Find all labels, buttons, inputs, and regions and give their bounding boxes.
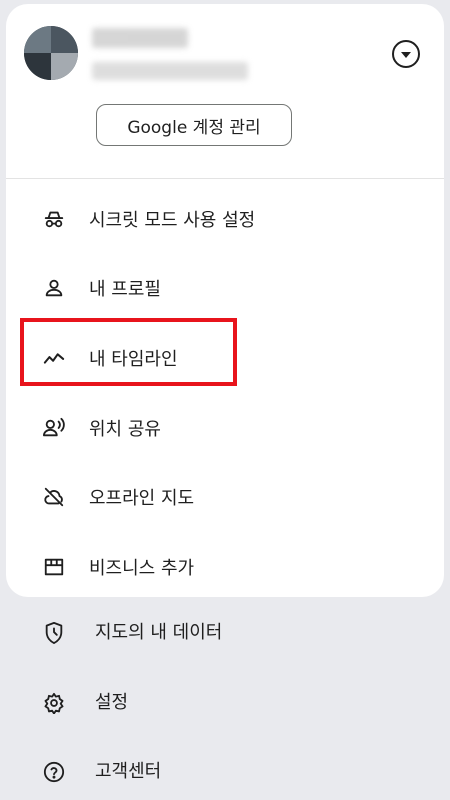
- account-email-redacted: [92, 62, 248, 80]
- incognito-icon: [42, 207, 66, 231]
- shield-data-icon: [42, 621, 66, 645]
- divider: [6, 178, 444, 179]
- menu-item-your-data[interactable]: 지도의 내 데이터: [0, 605, 450, 661]
- menu-item-incognito[interactable]: 시크릿 모드 사용 설정: [6, 191, 444, 247]
- menu-item-location-sharing[interactable]: 위치 공유: [6, 400, 444, 456]
- account-menu-card: Google 계정 관리 시크릿 모드 사용 설정 내 프로필 내 타임라인 위…: [6, 4, 444, 597]
- account-header: [6, 4, 444, 104]
- menu-item-label: 고객센터: [95, 761, 162, 782]
- menu-item-offline-maps[interactable]: 오프라인 지도: [6, 469, 444, 525]
- menu-item-timeline[interactable]: 내 타임라인: [6, 330, 444, 386]
- menu-item-profile[interactable]: 내 프로필: [6, 260, 444, 316]
- manage-google-account-button[interactable]: Google 계정 관리: [96, 104, 292, 146]
- menu-item-help[interactable]: 고객센터: [0, 744, 450, 800]
- gear-icon: [42, 691, 66, 715]
- account-name-redacted: [92, 28, 188, 48]
- avatar[interactable]: [24, 26, 78, 80]
- menu-item-label: 설정: [95, 692, 129, 713]
- person-icon: [42, 276, 66, 300]
- chevron-down-circle-icon[interactable]: [392, 40, 420, 68]
- menu-item-label: 비즈니스 추가: [89, 558, 195, 579]
- location-sharing-icon: [42, 416, 66, 440]
- menu-item-add-business[interactable]: 비즈니스 추가: [6, 539, 444, 595]
- menu-item-label: 오프라인 지도: [89, 488, 195, 509]
- menu-item-label: 지도의 내 데이터: [95, 622, 223, 643]
- timeline-icon: [42, 346, 66, 370]
- menu-item-settings[interactable]: 설정: [0, 675, 450, 731]
- help-circle-icon: [42, 760, 66, 784]
- storefront-icon: [42, 555, 66, 579]
- cloud-off-icon: [42, 485, 66, 509]
- menu-item-label: 내 프로필: [89, 279, 161, 300]
- menu-item-label: 위치 공유: [89, 419, 161, 440]
- menu-item-label: 시크릿 모드 사용 설정: [89, 210, 256, 231]
- menu-item-label: 내 타임라인: [89, 349, 178, 370]
